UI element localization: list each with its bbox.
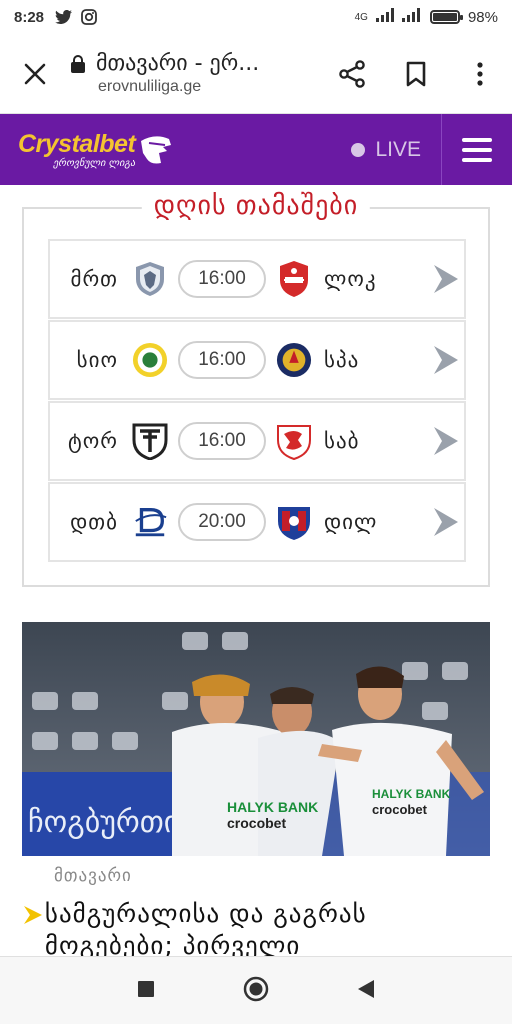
menu-icon	[462, 137, 492, 142]
news-headline-link[interactable]: სამგურალისა და გაგრას მოგებები; პირველი	[22, 898, 492, 962]
hamburger-menu-button[interactable]	[441, 114, 512, 185]
match-time: 16:00	[178, 341, 266, 379]
away-team-crest-icon	[276, 423, 312, 460]
battery-level: 98%	[467, 8, 498, 26]
battery-icon	[429, 10, 463, 24]
games-of-day-section: დღის თამაშები მრთ 16:00 ლოკ სიო 16:00 სპ…	[22, 191, 490, 587]
home-team-crest-icon	[132, 423, 168, 460]
lock-icon	[71, 54, 85, 73]
news-image[interactable]: ჩოგბურთი HALYK BANK crocobet HALYK BANK …	[22, 622, 490, 856]
bookmark-button[interactable]	[384, 61, 448, 87]
match-time: 16:00	[178, 422, 266, 460]
knight-helmet-icon	[141, 135, 172, 163]
away-team: ლოკ	[324, 267, 377, 291]
chevron-right-icon[interactable]	[428, 424, 462, 458]
away-team-crest-icon	[276, 261, 312, 297]
address-area[interactable]: მთავარი - ერ... erovnuliliga.ge	[70, 51, 320, 96]
away-team: საბ	[324, 429, 360, 453]
home-team: სიო	[76, 348, 118, 372]
home-team: დთბ	[70, 510, 118, 534]
share-icon	[339, 59, 365, 88]
signal-icon	[375, 8, 422, 26]
section-title: დღის თამაშები	[141, 191, 371, 221]
home-team-crest-icon	[132, 261, 168, 297]
match-time: 16:00	[178, 260, 266, 298]
sponsor-logo: crocobet	[227, 815, 286, 831]
chevron-right-icon[interactable]	[428, 262, 462, 296]
home-team: ტორ	[68, 429, 118, 453]
system-navigation-bar	[0, 956, 512, 1024]
home-button[interactable]	[243, 976, 269, 1006]
live-button[interactable]: LIVE	[351, 138, 421, 162]
live-dot-icon	[351, 142, 366, 157]
back-button[interactable]	[357, 979, 375, 1003]
site-header: Crystalbet ეროვნული ლიგა LIVE	[0, 114, 512, 185]
match-row[interactable]: მრთ 16:00 ლოკ	[48, 239, 466, 319]
square-icon	[138, 980, 154, 997]
home-team-crest-icon	[132, 342, 168, 378]
banner-text: ჩოგბურთი	[28, 805, 179, 840]
more-vertical-icon	[477, 61, 483, 86]
away-team-crest-icon	[276, 504, 312, 540]
live-label: LIVE	[375, 137, 421, 161]
brand-subtitle: ეროვნული ლიგა	[53, 157, 136, 169]
match-row[interactable]: ტორ 16:00 საბ	[48, 401, 466, 481]
share-button[interactable]	[320, 59, 384, 88]
sponsor-logo-2: HALYK BANK	[227, 799, 318, 815]
chevron-right-icon	[22, 898, 45, 962]
news-category[interactable]: მთავარი	[54, 866, 132, 886]
sponsor-logo-b: crocobet	[372, 802, 428, 817]
chevron-right-icon[interactable]	[428, 343, 462, 377]
sponsor-logo-2b: HALYK BANK	[372, 787, 451, 801]
browser-toolbar: მთავარი - ერ... erovnuliliga.ge	[0, 34, 512, 114]
match-row[interactable]: სიო 16:00 სპა	[48, 320, 466, 400]
network-label: 4G	[354, 11, 368, 23]
instagram-icon	[80, 9, 98, 25]
away-team-crest-icon	[276, 342, 312, 378]
page-url: erovnuliliga.ge	[98, 78, 202, 95]
status-time: 8:28	[14, 8, 45, 26]
home-team-crest-icon	[132, 504, 168, 540]
away-team: სპა	[324, 348, 360, 372]
bookmark-icon	[406, 61, 426, 86]
brand-name: Crystalbet	[18, 129, 136, 158]
close-icon	[24, 63, 46, 84]
page-title: მთავარი - ერ...	[96, 51, 260, 76]
site-logo[interactable]: Crystalbet ეროვნული ლიგა	[18, 131, 173, 169]
chevron-right-icon[interactable]	[428, 505, 462, 539]
close-tab-button[interactable]	[0, 63, 70, 85]
away-team: დილ	[324, 510, 378, 534]
status-bar: 8:28 4G 98%	[0, 0, 512, 34]
triangle-back-icon	[358, 979, 374, 998]
match-time: 20:00	[178, 503, 266, 541]
twitter-icon	[54, 9, 72, 25]
circle-icon	[243, 976, 269, 1001]
match-row[interactable]: დთბ 20:00 დილ	[48, 482, 466, 562]
news-headline: სამგურალისა და გაგრას მოგებები; პირველი	[44, 899, 367, 960]
recent-apps-button[interactable]	[137, 980, 155, 1002]
home-team: მრთ	[70, 267, 118, 291]
more-options-button[interactable]	[448, 61, 512, 86]
